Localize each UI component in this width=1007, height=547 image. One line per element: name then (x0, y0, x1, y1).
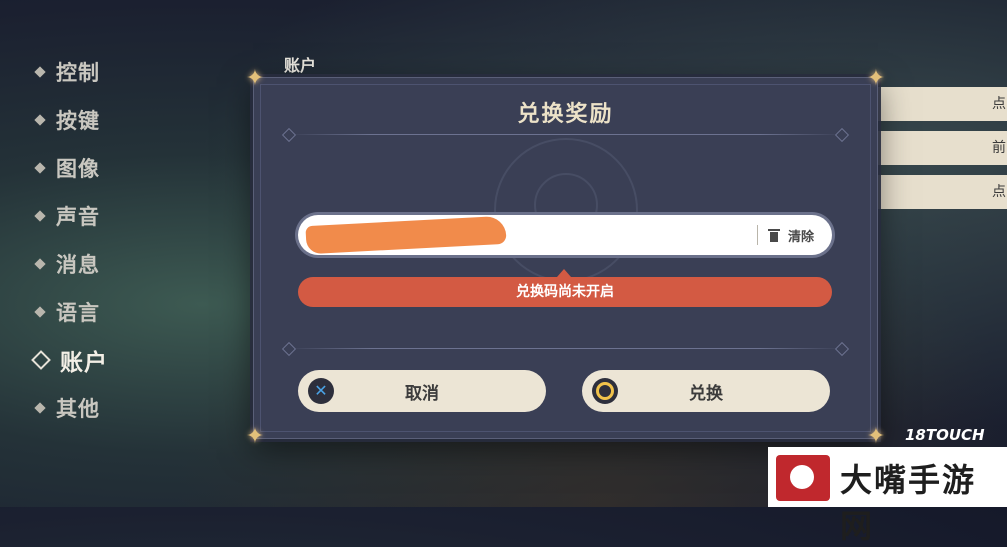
x-button-icon: ✕ (308, 378, 334, 404)
diamond-bullet-icon (34, 402, 46, 414)
sidebar-item-audio[interactable]: 声音 (30, 192, 230, 240)
sidebar-item-label: 图像 (56, 157, 100, 181)
diamond-bullet-icon (34, 306, 46, 318)
redeem-dialog: ✦ ✦ ✦ ✦ 兑换奖励 清除 兑换码尚未开启 ✕ 取消 兑换 (246, 68, 885, 448)
error-pointer-icon (557, 269, 571, 277)
logo-text: 大嘴手游网 (840, 461, 977, 545)
corner-ornament-icon: ✦ (245, 66, 265, 91)
sidebar-item-label: 其他 (56, 397, 100, 421)
cancel-button[interactable]: ✕ 取消 (298, 370, 546, 412)
sidebar-item-label: 消息 (56, 253, 100, 277)
sidebar-item-label: 按键 (56, 109, 100, 133)
list-item[interactable]: 点 (872, 175, 1007, 209)
divider-top (288, 134, 843, 135)
sidebar-item-graphics[interactable]: 图像 (30, 144, 230, 192)
diamond-bullet-icon (34, 66, 46, 78)
corner-ornament-icon: ✦ (866, 66, 886, 91)
watermark-18touch: 18TOUCH (905, 426, 985, 444)
redeem-button[interactable]: 兑换 (582, 370, 830, 412)
logo-mark-icon (776, 455, 830, 501)
corner-ornament-icon: ✦ (866, 424, 886, 449)
section-title: 账户 (284, 56, 317, 75)
sidebar-item-keybinds[interactable]: 按键 (30, 96, 230, 144)
sidebar-item-label: 控制 (56, 61, 100, 85)
sidebar-item-messages[interactable]: 消息 (30, 240, 230, 288)
divider-bottom (288, 348, 843, 349)
sidebar-item-account[interactable]: 账户 (30, 336, 230, 384)
clear-separator (756, 225, 758, 245)
clear-button[interactable]: 清除 (767, 226, 832, 245)
list-item[interactable]: 点 (872, 87, 1007, 121)
sidebar-item-label: 声音 (56, 205, 100, 229)
diamond-bullet-icon (34, 210, 46, 222)
diamond-bullet-active-icon (31, 350, 51, 370)
settings-sidebar: 控制 按键 图像 声音 消息 语言 账户 其他 (30, 48, 230, 432)
diamond-bullet-icon (34, 114, 46, 126)
corner-ornament-icon: ✦ (245, 424, 265, 449)
redeem-code-field: 清除 (298, 215, 832, 255)
list-item[interactable]: 前 (872, 131, 1007, 165)
background-list: 点 前 点 (872, 87, 1007, 219)
clear-label: 清除 (787, 229, 814, 245)
sidebar-item-label: 账户 (60, 350, 108, 376)
sidebar-item-label: 语言 (56, 301, 100, 325)
o-button-icon (592, 378, 618, 404)
trash-icon (767, 228, 780, 242)
sidebar-item-other[interactable]: 其他 (30, 384, 230, 432)
redeem-label: 兑换 (689, 383, 723, 404)
sidebar-item-language[interactable]: 语言 (30, 288, 230, 336)
site-logo-watermark: 大嘴手游网 (768, 447, 1007, 545)
error-message: 兑换码尚未开启 (298, 277, 832, 307)
diamond-bullet-icon (34, 162, 46, 174)
dialog-title: 兑换奖励 (517, 102, 614, 127)
cancel-label: 取消 (405, 383, 439, 404)
sidebar-item-controls[interactable]: 控制 (30, 48, 230, 96)
diamond-bullet-icon (34, 258, 46, 270)
